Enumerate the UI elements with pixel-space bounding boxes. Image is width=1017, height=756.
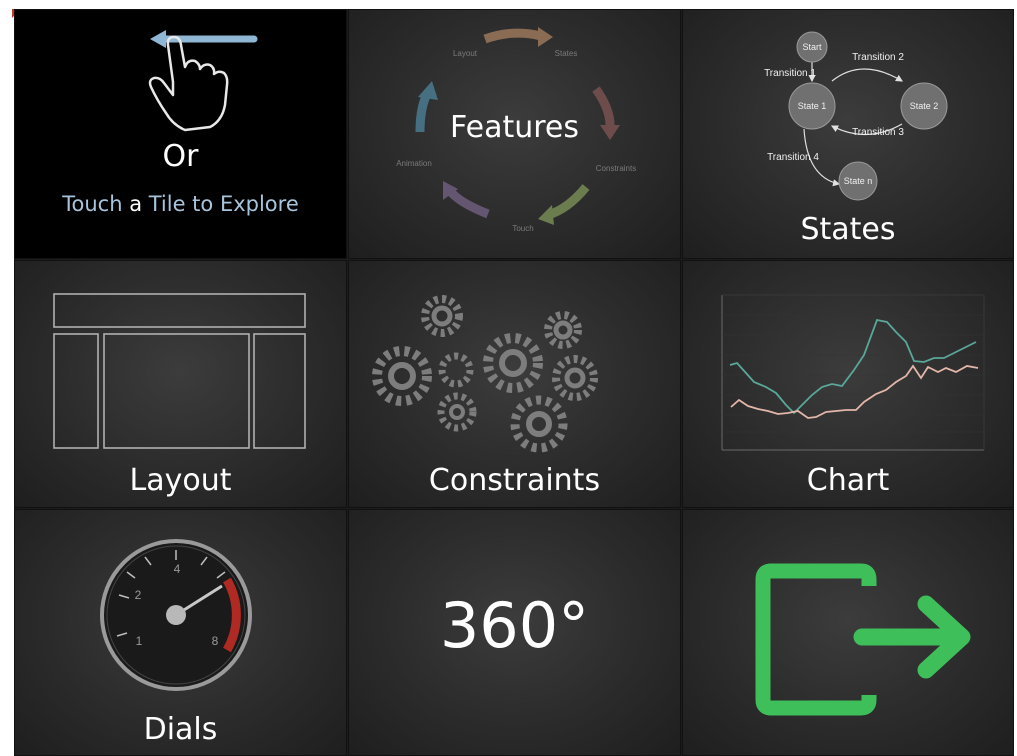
tile-exit[interactable] bbox=[682, 509, 1014, 756]
explore-subtitle: Touch a Tile to Explore bbox=[62, 192, 299, 216]
tile-features[interactable]: Layout States Constraints Touch Animatio… bbox=[348, 9, 681, 259]
cycle-label-layout: Layout bbox=[453, 49, 478, 58]
gauge-tick-2: 2 bbox=[135, 588, 142, 602]
state-node-start: Start bbox=[802, 42, 822, 52]
state-node-1: State 1 bbox=[798, 101, 827, 111]
cycle-label-states: States bbox=[555, 49, 578, 58]
tile-layout[interactable]: Layout bbox=[14, 260, 347, 508]
chart-title: Chart bbox=[806, 463, 890, 498]
swipe-hand-icon bbox=[148, 30, 258, 132]
transition-4-label: Transition 4 bbox=[767, 152, 819, 163]
cycle-label-animation: Animation bbox=[396, 159, 432, 168]
tile-chart[interactable]: Chart bbox=[682, 260, 1014, 508]
tile-explore[interactable]: Or Touch a Tile to Explore bbox=[14, 9, 347, 259]
tile-states[interactable]: Start State 1 State 2 State n Transition… bbox=[682, 9, 1014, 259]
exit-icon bbox=[755, 563, 971, 716]
gauge-tick-4: 4 bbox=[174, 562, 181, 576]
rotation-title: 360° bbox=[439, 589, 590, 662]
constraints-title: Constraints bbox=[428, 463, 601, 498]
gauge-tick-8: 8 bbox=[212, 634, 219, 648]
tile-grid: Or Touch a Tile to Explore Layout States… bbox=[14, 9, 1014, 756]
state-node-2: State 2 bbox=[910, 101, 939, 111]
tile-360[interactable]: 360° bbox=[348, 509, 681, 756]
layout-title: Layout bbox=[129, 463, 232, 498]
transition-3-label: Transition 3 bbox=[852, 127, 904, 138]
gauge-tick-1: 1 bbox=[136, 634, 143, 648]
transition-1-label: Transition 1 bbox=[764, 68, 816, 79]
transition-2-label: Transition 2 bbox=[852, 52, 904, 63]
features-title: Features bbox=[450, 110, 579, 145]
cycle-label-constraints: Constraints bbox=[596, 164, 636, 173]
tile-dials[interactable]: 1 2 4 8 Dials bbox=[14, 509, 347, 756]
tile-constraints[interactable]: Constraints bbox=[348, 260, 681, 508]
dials-title: Dials bbox=[143, 712, 218, 747]
explore-title: Or bbox=[162, 139, 199, 174]
states-title: States bbox=[800, 212, 896, 247]
cycle-label-touch: Touch bbox=[512, 224, 533, 233]
state-node-n: State n bbox=[844, 176, 873, 186]
